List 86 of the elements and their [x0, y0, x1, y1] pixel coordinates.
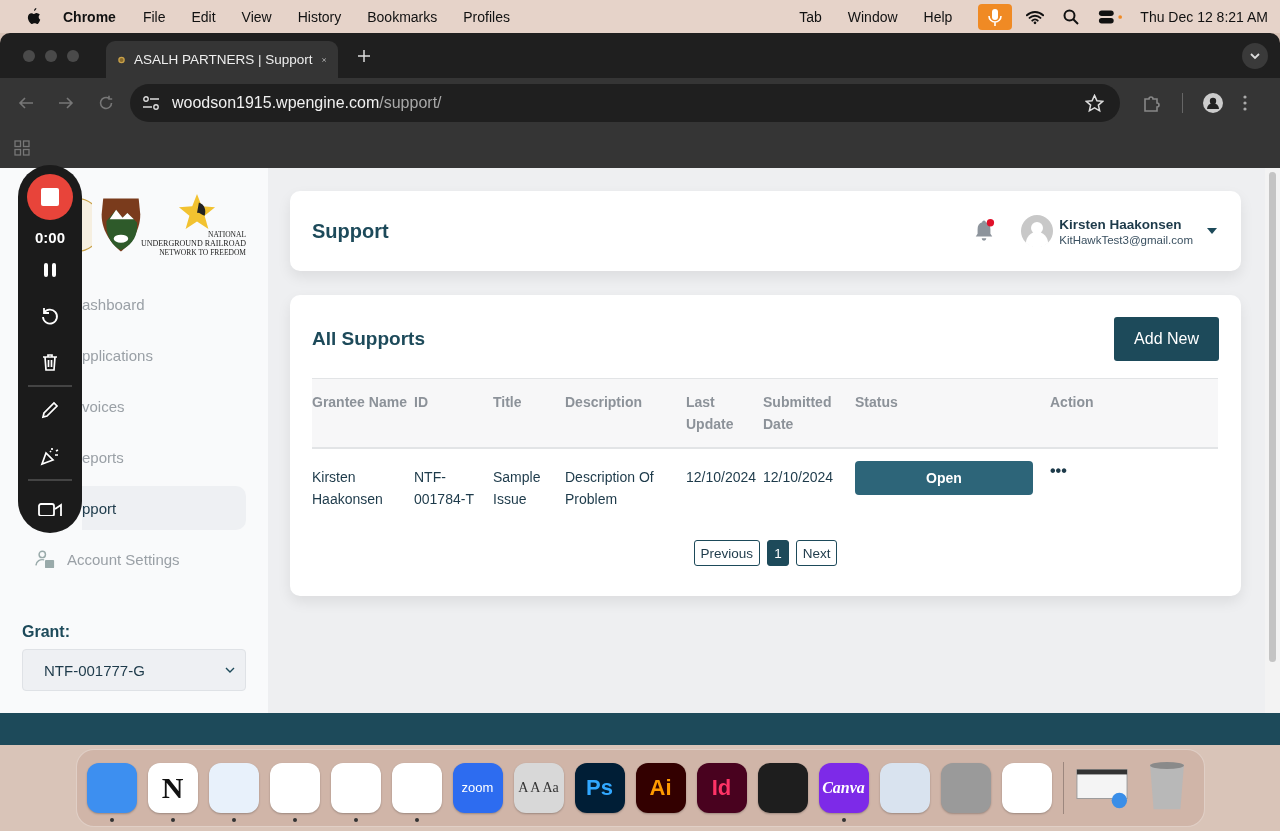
app-icon-label: Ps — [586, 774, 613, 801]
menu-item[interactable]: Tab — [799, 8, 822, 25]
pagination-button[interactable]: Next — [795, 540, 838, 566]
column-header: Description — [565, 393, 641, 412]
app-icon-label: Id — [711, 774, 732, 801]
more-icon[interactable] — [1243, 95, 1247, 111]
app-icon[interactable]: A A Aa — [513, 762, 564, 813]
app-icon[interactable]: zoom — [452, 762, 503, 813]
menu-item[interactable]: Profiles — [463, 8, 510, 25]
star-logo — [178, 193, 216, 231]
menu-item[interactable]: Edit — [191, 8, 216, 25]
app-icon-label: Canva — [822, 778, 865, 797]
chevron-down-icon — [225, 667, 235, 673]
user-name: Kirsten Haakonsen — [1059, 216, 1183, 232]
puzzle-icon[interactable] — [1142, 93, 1162, 113]
app-icon[interactable]: Ps — [574, 762, 625, 813]
scrollbar-thumb[interactable] — [1269, 172, 1276, 662]
control-center-icon[interactable] — [1098, 8, 1123, 25]
add-new-button[interactable]: Add New — [1114, 317, 1219, 361]
pagination-button[interactable]: Previous — [693, 540, 761, 566]
user-email: KitHawkTest3@gmail.com — [1059, 233, 1193, 246]
clock[interactable]: Thu Dec 12 8:21 AM — [1140, 8, 1268, 25]
app-icon[interactable]: Ai — [635, 762, 686, 813]
tab-title: ASALH PARTNERS | Support — [134, 52, 313, 67]
app-icon[interactable]: Canva — [818, 762, 869, 813]
party-popper-icon[interactable] — [40, 446, 60, 466]
user-settings-icon — [35, 549, 55, 569]
menu-item[interactable]: Bookmarks — [367, 8, 438, 25]
grant-select[interactable]: NTF-001777-G — [22, 649, 246, 691]
forward-icon[interactable] — [58, 95, 74, 111]
star-icon[interactable] — [1085, 93, 1104, 113]
more-actions-button[interactable]: ••• — [1050, 462, 1067, 479]
trash-icon[interactable] — [40, 352, 60, 372]
table-cell-text: 12/10/2024 — [763, 468, 834, 487]
column-header: Action — [1050, 393, 1094, 412]
timer: 0:00 — [35, 229, 65, 246]
logo-text: UNDERGROUND RAILROAD — [140, 239, 246, 248]
sidebar-item[interactable]: pport — [82, 486, 246, 530]
browser-tab[interactable]: ASALH PARTNERS | Support — [106, 41, 338, 78]
app-icon-label: N — [161, 770, 184, 805]
menu-item[interactable]: History — [297, 8, 342, 25]
app-icon-label: A A Aa — [518, 779, 559, 796]
menu-item[interactable]: View — [241, 8, 272, 25]
reload-icon[interactable] — [98, 95, 114, 111]
app-icon-label: zoom — [461, 780, 494, 795]
table-cell-text: Sample Issue — [493, 468, 542, 509]
section-title: All Supports — [312, 328, 425, 350]
app-icon[interactable]: N — [147, 762, 198, 813]
new-tab-icon[interactable] — [358, 49, 370, 62]
menu-item[interactable]: Window — [847, 8, 898, 25]
table-cell-text: Kirsten Haakonsen — [312, 468, 384, 509]
table-cell-text: 12/10/2024 — [686, 468, 757, 487]
app-icon[interactable]: Id — [696, 762, 747, 813]
site-settings-icon[interactable] — [142, 96, 160, 110]
url-text: woodson1915.wpengine.com/support/ — [172, 94, 442, 112]
camera-icon[interactable] — [38, 502, 62, 516]
app-icon-label: Ai — [649, 774, 672, 801]
menu-item[interactable]: File — [142, 8, 166, 25]
menu-item[interactable]: Help — [923, 8, 953, 25]
stop-button[interactable] — [27, 174, 73, 220]
column-header: Title — [493, 393, 522, 412]
page-title: Support — [312, 219, 389, 243]
column-header: Submitted Date — [763, 393, 833, 434]
bell-icon[interactable] — [973, 219, 996, 243]
apple-icon[interactable] — [26, 8, 41, 25]
menu-item[interactable]: Chrome — [63, 8, 116, 25]
search-icon[interactable] — [1062, 8, 1081, 25]
field-label: Grant: — [22, 623, 71, 641]
table-cell-text: NTF-001784-T — [414, 468, 475, 509]
apps-grid-icon[interactable] — [14, 140, 30, 156]
column-header: Grantee Name — [312, 393, 407, 412]
address-bar[interactable]: woodson1915.wpengine.com/support/ — [130, 84, 1120, 122]
pagination-button[interactable]: 1 — [767, 540, 789, 566]
profile-icon[interactable] — [1203, 93, 1223, 113]
chevron-down-icon[interactable] — [1242, 42, 1268, 69]
wifi-icon[interactable] — [1026, 8, 1045, 25]
table-cell-text: Description Of Problem — [565, 468, 655, 509]
pencil-icon[interactable] — [40, 400, 60, 420]
status-button[interactable]: Open — [855, 461, 1033, 495]
caret-icon[interactable] — [1207, 228, 1217, 234]
column-header: Last Update — [686, 393, 735, 434]
back-icon[interactable] — [18, 95, 34, 111]
column-header: ID — [414, 393, 428, 412]
restart-icon[interactable] — [40, 306, 60, 326]
column-header: Status — [855, 393, 898, 412]
app-icon[interactable] — [757, 762, 808, 813]
